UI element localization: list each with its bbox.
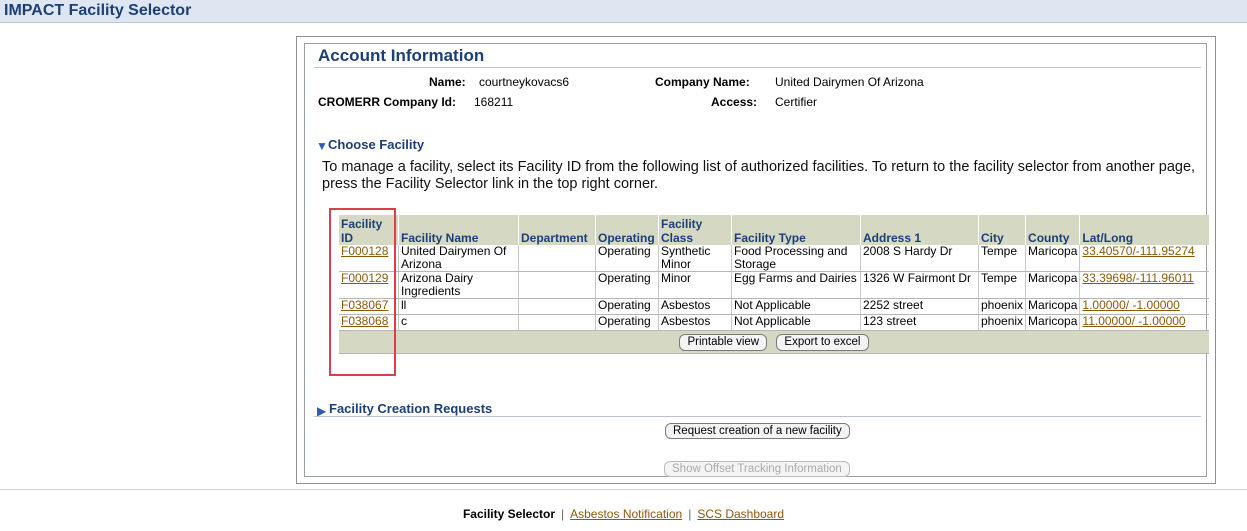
section-divider <box>314 67 1201 68</box>
col-facility-class: Facility Class <box>658 215 732 245</box>
col-lat-long: Lat/Long <box>1079 215 1209 245</box>
operating-cell: Operating <box>595 245 659 272</box>
table-row: F000129 Arizona Dairy Ingredients Operat… <box>339 271 1209 299</box>
triangle-down-icon[interactable]: ▼ <box>316 139 328 153</box>
facility-name-cell: Arizona Dairy Ingredients <box>398 271 519 299</box>
col-operating: Operating <box>595 215 659 245</box>
facility-type-cell: Food Processing and Storage <box>731 245 861 272</box>
department-cell <box>518 271 596 299</box>
facility-table: Facility ID Facility Name Department Ope… <box>339 215 1209 354</box>
access-label: Access: <box>711 95 758 109</box>
department-cell <box>518 314 596 331</box>
facility-class-cell: Asbestos <box>658 298 732 315</box>
name-value: courtneykovacs6 <box>479 75 570 89</box>
printable-view-button[interactable]: Printable view <box>679 333 768 351</box>
table-row: F038067 ll Operating Asbestos Not Applic… <box>339 298 1209 315</box>
lat-long-link[interactable]: 33.39698/-111.96011 <box>1082 271 1193 285</box>
col-city: City <box>977 215 1026 245</box>
department-cell <box>518 298 596 315</box>
table-footer-row: Printable view Export to excel <box>339 330 1209 354</box>
footer-facility-selector: Facility Selector <box>462 507 555 521</box>
footer-link-scs-dashboard[interactable]: SCS Dashboard <box>697 507 784 521</box>
city-cell: Tempe <box>977 271 1026 299</box>
facility-id-highlight-box <box>329 208 396 376</box>
section-divider <box>314 416 1201 417</box>
company-name-label: Company Name: <box>655 75 750 89</box>
col-address-1: Address 1 <box>860 215 979 245</box>
table-row: F000128 United Dairymen Of Arizona Opera… <box>339 245 1209 272</box>
county-cell: Maricopa <box>1025 314 1080 331</box>
facility-type-cell: Egg Farms and Dairies <box>731 271 861 299</box>
address-cell: 123 street <box>860 314 979 331</box>
choose-facility-title[interactable]: Choose Facility <box>328 137 424 152</box>
cromerr-value: 168211 <box>474 95 514 109</box>
footer-divider <box>0 489 1247 490</box>
instructions-text: To manage a facility, select its Facilit… <box>322 159 1196 192</box>
city-cell: phoenix <box>977 298 1026 315</box>
facility-name-cell: ll <box>398 298 519 315</box>
top-bar: IMPACT Facility Selector <box>0 0 1247 23</box>
operating-cell: Operating <box>595 271 659 299</box>
city-cell: Tempe <box>977 245 1026 272</box>
access-value: Certifier <box>775 95 818 109</box>
company-name-value: United Dairymen Of Arizona <box>775 75 924 89</box>
lat-long-link[interactable]: 33.40570/-111.95274 <box>1082 244 1194 258</box>
col-facility-name: Facility Name <box>398 215 519 245</box>
facility-class-cell: Minor <box>658 271 732 299</box>
app-title: IMPACT Facility Selector <box>4 2 192 19</box>
table-row: F038068 c Operating Asbestos Not Applica… <box>339 314 1209 331</box>
operating-cell: Operating <box>595 314 659 331</box>
facility-type-cell: Not Applicable <box>731 314 861 331</box>
show-offset-tracking-button[interactable]: Show Offset Tracking Information <box>664 461 850 477</box>
footer-link-asbestos-notification[interactable]: Asbestos Notification <box>570 507 682 521</box>
footer-separator: | <box>688 507 692 521</box>
footer-separator: | <box>561 507 565 521</box>
col-department: Department <box>518 215 596 245</box>
footer-nav: Facility Selector | Asbestos Notification |… <box>0 507 1247 521</box>
facility-class-cell: Asbestos <box>658 314 732 331</box>
facility-name-cell: c <box>398 314 519 331</box>
county-cell: Maricopa <box>1025 271 1080 299</box>
cromerr-label: CROMERR Company Id: <box>318 95 456 109</box>
county-cell: Maricopa <box>1025 298 1080 315</box>
col-facility-type: Facility Type <box>731 215 861 245</box>
address-cell: 1326 W Fairmont Dr <box>860 271 979 299</box>
facility-name-cell: United Dairymen Of Arizona <box>398 245 519 272</box>
address-cell: 2252 street <box>860 298 979 315</box>
table-header-row: Facility ID Facility Name Department Ope… <box>339 215 1209 245</box>
lat-long-link[interactable]: 11.00000/ -1.00000 <box>1082 314 1185 328</box>
export-to-excel-button[interactable]: Export to excel <box>776 333 869 351</box>
request-new-facility-button[interactable]: Request creation of a new facility <box>665 423 850 439</box>
name-label: Name: <box>429 75 466 89</box>
department-cell <box>518 245 596 272</box>
account-information-title: Account Information <box>318 46 485 65</box>
facility-creation-requests-title[interactable]: Facility Creation Requests <box>329 401 492 416</box>
lat-long-link[interactable]: 1.00000/ -1.00000 <box>1082 298 1179 312</box>
operating-cell: Operating <box>595 298 659 315</box>
col-county: County <box>1025 215 1080 245</box>
county-cell: Maricopa <box>1025 245 1080 272</box>
facility-class-cell: Synthetic Minor <box>658 245 732 272</box>
city-cell: phoenix <box>977 314 1026 331</box>
address-cell: 2008 S Hardy Dr <box>860 245 979 272</box>
facility-type-cell: Not Applicable <box>731 298 861 315</box>
